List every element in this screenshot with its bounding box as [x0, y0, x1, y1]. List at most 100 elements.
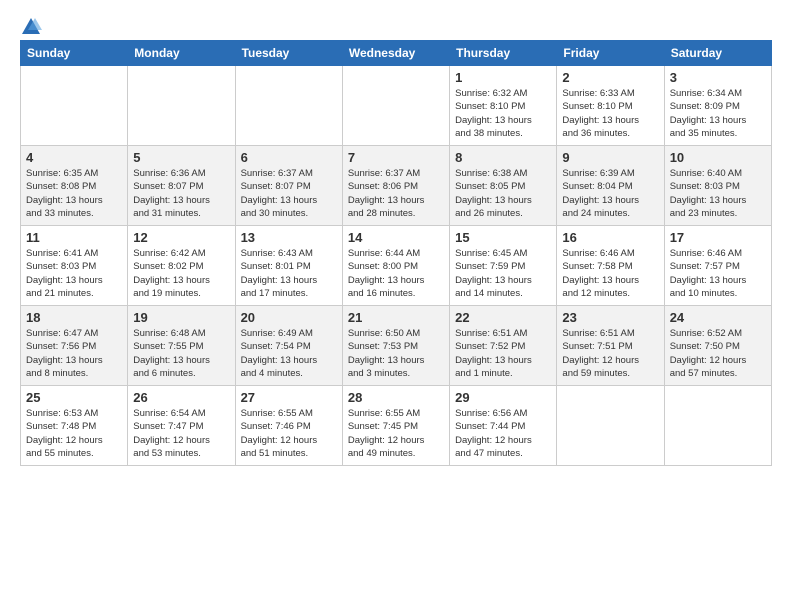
calendar-header-monday: Monday: [128, 41, 235, 66]
calendar-cell: 14Sunrise: 6:44 AMSunset: 8:00 PMDayligh…: [342, 226, 449, 306]
day-info: Sunrise: 6:35 AMSunset: 8:08 PMDaylight:…: [26, 167, 122, 220]
calendar-cell: 15Sunrise: 6:45 AMSunset: 7:59 PMDayligh…: [450, 226, 557, 306]
calendar-cell: [235, 66, 342, 146]
calendar-cell: 9Sunrise: 6:39 AMSunset: 8:04 PMDaylight…: [557, 146, 664, 226]
calendar-cell: 3 Sunrise: 6:34 AMSunset: 8:09 PMDaylight…: [664, 66, 771, 146]
calendar-cell: 7 Sunrise: 6:37 AMSunset: 8:06 PMDaylight…: [342, 146, 449, 226]
day-number: 25: [26, 390, 122, 405]
day-info: Sunrise: 6:55 AMSunset: 7:45 PMDaylight:…: [348, 407, 444, 460]
calendar-table: SundayMondayTuesdayWednesdayThursdayFrid…: [20, 40, 772, 466]
calendar-cell: 23 Sunrise: 6:51 AMSunset: 7:51 PMDayligh…: [557, 306, 664, 386]
day-info: Sunrise: 6:49 AMSunset: 7:54 PMDaylight:…: [241, 327, 337, 380]
calendar-cell: 10 Sunrise: 6:40 AMSunset: 8:03 PMDayligh…: [664, 146, 771, 226]
day-number: 16: [562, 230, 658, 245]
day-number: 18: [26, 310, 122, 325]
calendar-cell: [557, 386, 664, 466]
day-number: 28: [348, 390, 444, 405]
day-info: Sunrise: 6:34 AMSunset: 8:09 PMDaylight:…: [670, 87, 766, 140]
calendar-cell: 6 Sunrise: 6:37 AMSunset: 8:07 PMDaylight…: [235, 146, 342, 226]
calendar-cell: 21 Sunrise: 6:50 AMSunset: 7:53 PMDayligh…: [342, 306, 449, 386]
calendar-header-row: SundayMondayTuesdayWednesdayThursdayFrid…: [21, 41, 772, 66]
calendar-cell: 4 Sunrise: 6:35 AMSunset: 8:08 PMDaylight…: [21, 146, 128, 226]
day-number: 2: [562, 70, 658, 85]
calendar-header-tuesday: Tuesday: [235, 41, 342, 66]
calendar-cell: 17 Sunrise: 6:46 AMSunset: 7:57 PMDayligh…: [664, 226, 771, 306]
day-number: 8: [455, 150, 551, 165]
header: [20, 16, 772, 34]
calendar-cell: 24 Sunrise: 6:52 AMSunset: 7:50 PMDayligh…: [664, 306, 771, 386]
calendar-cell: 1 Sunrise: 6:32 AMSunset: 8:10 PMDaylight…: [450, 66, 557, 146]
day-number: 6: [241, 150, 337, 165]
calendar-cell: 2 Sunrise: 6:33 AMSunset: 8:10 PMDaylight…: [557, 66, 664, 146]
day-number: 4: [26, 150, 122, 165]
day-info: Sunrise: 6:40 AMSunset: 8:03 PMDaylight:…: [670, 167, 766, 220]
calendar-cell: 25 Sunrise: 6:53 AMSunset: 7:48 PMDayligh…: [21, 386, 128, 466]
day-info: Sunrise: 6:37 AMSunset: 8:06 PMDaylight:…: [348, 167, 444, 220]
day-number: 10: [670, 150, 766, 165]
calendar-body: 1 Sunrise: 6:32 AMSunset: 8:10 PMDaylight…: [21, 66, 772, 466]
day-number: 21: [348, 310, 444, 325]
calendar-week-3: 11 Sunrise: 6:41 AMSunset: 8:03 PMDayligh…: [21, 226, 772, 306]
logo: [20, 16, 42, 34]
calendar-week-4: 18Sunrise: 6:47 AMSunset: 7:56 PMDayligh…: [21, 306, 772, 386]
day-info: Sunrise: 6:51 AMSunset: 7:52 PMDaylight:…: [455, 327, 551, 380]
calendar-cell: 29 Sunrise: 6:56 AMSunset: 7:44 PMDayligh…: [450, 386, 557, 466]
calendar-cell: 13 Sunrise: 6:43 AMSunset: 8:01 PMDayligh…: [235, 226, 342, 306]
calendar-header-thursday: Thursday: [450, 41, 557, 66]
day-number: 9: [562, 150, 658, 165]
day-info: Sunrise: 6:41 AMSunset: 8:03 PMDaylight:…: [26, 247, 122, 300]
calendar-week-5: 25 Sunrise: 6:53 AMSunset: 7:48 PMDayligh…: [21, 386, 772, 466]
day-info: Sunrise: 6:33 AMSunset: 8:10 PMDaylight:…: [562, 87, 658, 140]
day-info: Sunrise: 6:36 AMSunset: 8:07 PMDaylight:…: [133, 167, 229, 220]
calendar-cell: [664, 386, 771, 466]
day-number: 12: [133, 230, 229, 245]
day-number: 20: [241, 310, 337, 325]
day-info: Sunrise: 6:52 AMSunset: 7:50 PMDaylight:…: [670, 327, 766, 380]
calendar-header-friday: Friday: [557, 41, 664, 66]
calendar-cell: [21, 66, 128, 146]
calendar-cell: 28 Sunrise: 6:55 AMSunset: 7:45 PMDayligh…: [342, 386, 449, 466]
calendar-cell: 19 Sunrise: 6:48 AMSunset: 7:55 PMDayligh…: [128, 306, 235, 386]
day-info: Sunrise: 6:32 AMSunset: 8:10 PMDaylight:…: [455, 87, 551, 140]
day-number: 5: [133, 150, 229, 165]
day-number: 22: [455, 310, 551, 325]
calendar-header-wednesday: Wednesday: [342, 41, 449, 66]
calendar-cell: 8 Sunrise: 6:38 AMSunset: 8:05 PMDaylight…: [450, 146, 557, 226]
day-number: 1: [455, 70, 551, 85]
calendar-cell: 11 Sunrise: 6:41 AMSunset: 8:03 PMDayligh…: [21, 226, 128, 306]
calendar-cell: 26Sunrise: 6:54 AMSunset: 7:47 PMDayligh…: [128, 386, 235, 466]
day-info: Sunrise: 6:46 AMSunset: 7:58 PMDaylight:…: [562, 247, 658, 300]
logo-icon: [20, 16, 42, 38]
calendar-cell: 12Sunrise: 6:42 AMSunset: 8:02 PMDayligh…: [128, 226, 235, 306]
day-number: 17: [670, 230, 766, 245]
calendar-cell: 22 Sunrise: 6:51 AMSunset: 7:52 PMDayligh…: [450, 306, 557, 386]
day-number: 27: [241, 390, 337, 405]
calendar-cell: 27Sunrise: 6:55 AMSunset: 7:46 PMDayligh…: [235, 386, 342, 466]
day-number: 29: [455, 390, 551, 405]
day-info: Sunrise: 6:56 AMSunset: 7:44 PMDaylight:…: [455, 407, 551, 460]
calendar-cell: 18Sunrise: 6:47 AMSunset: 7:56 PMDayligh…: [21, 306, 128, 386]
calendar-header-saturday: Saturday: [664, 41, 771, 66]
day-info: Sunrise: 6:48 AMSunset: 7:55 PMDaylight:…: [133, 327, 229, 380]
day-info: Sunrise: 6:38 AMSunset: 8:05 PMDaylight:…: [455, 167, 551, 220]
day-number: 24: [670, 310, 766, 325]
day-info: Sunrise: 6:45 AMSunset: 7:59 PMDaylight:…: [455, 247, 551, 300]
day-number: 7: [348, 150, 444, 165]
day-info: Sunrise: 6:37 AMSunset: 8:07 PMDaylight:…: [241, 167, 337, 220]
day-number: 26: [133, 390, 229, 405]
calendar-week-1: 1 Sunrise: 6:32 AMSunset: 8:10 PMDaylight…: [21, 66, 772, 146]
day-info: Sunrise: 6:51 AMSunset: 7:51 PMDaylight:…: [562, 327, 658, 380]
day-number: 11: [26, 230, 122, 245]
day-number: 13: [241, 230, 337, 245]
day-info: Sunrise: 6:46 AMSunset: 7:57 PMDaylight:…: [670, 247, 766, 300]
calendar-cell: 5 Sunrise: 6:36 AMSunset: 8:07 PMDaylight…: [128, 146, 235, 226]
day-info: Sunrise: 6:44 AMSunset: 8:00 PMDaylight:…: [348, 247, 444, 300]
day-number: 23: [562, 310, 658, 325]
day-info: Sunrise: 6:43 AMSunset: 8:01 PMDaylight:…: [241, 247, 337, 300]
day-number: 3: [670, 70, 766, 85]
day-number: 19: [133, 310, 229, 325]
day-info: Sunrise: 6:50 AMSunset: 7:53 PMDaylight:…: [348, 327, 444, 380]
day-info: Sunrise: 6:53 AMSunset: 7:48 PMDaylight:…: [26, 407, 122, 460]
calendar-cell: 16 Sunrise: 6:46 AMSunset: 7:58 PMDayligh…: [557, 226, 664, 306]
calendar-header-sunday: Sunday: [21, 41, 128, 66]
